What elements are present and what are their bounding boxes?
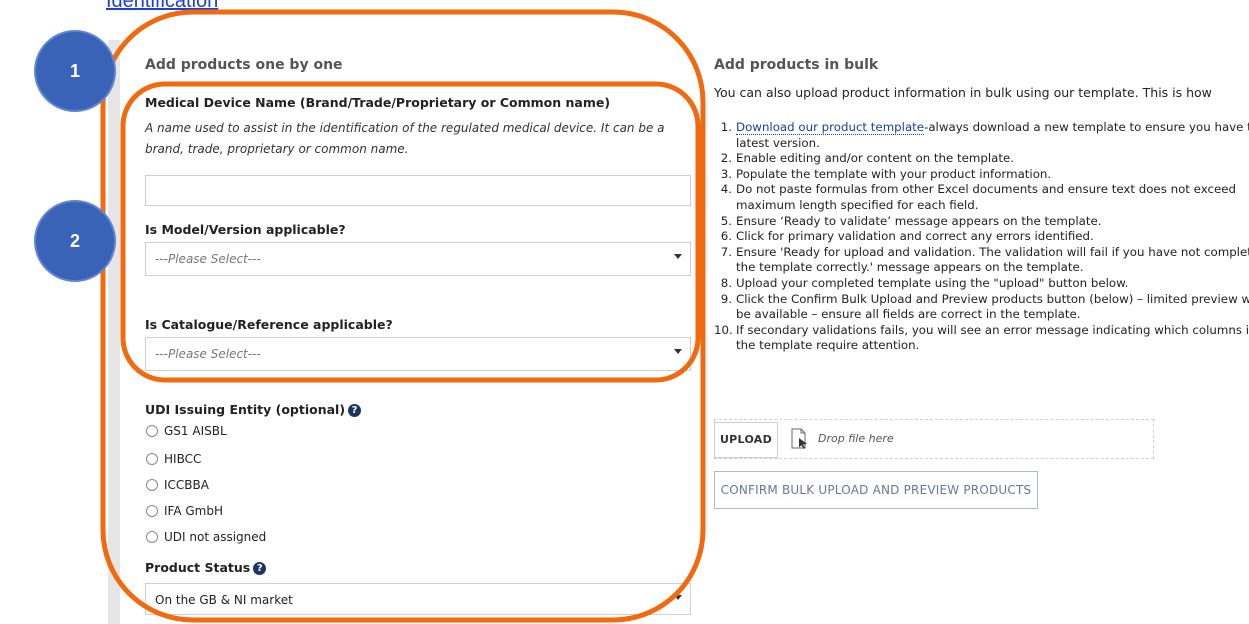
annotation-outline-1	[100, 9, 706, 623]
annotation-outline-2	[120, 81, 701, 383]
annotation-badge-1: 1	[34, 30, 116, 112]
annotation-overlay	[100, 9, 706, 623]
annotation-badge-2: 2	[34, 200, 116, 282]
